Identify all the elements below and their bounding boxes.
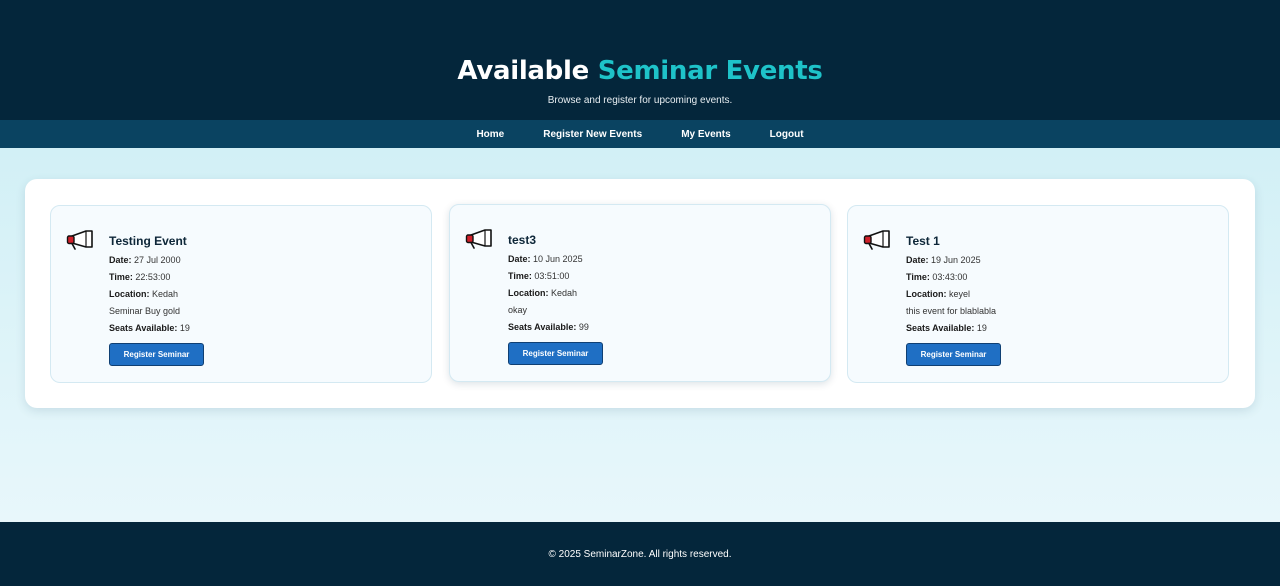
time-value: 03:51:00 bbox=[534, 271, 570, 281]
page-subtitle: Browse and register for upcoming events. bbox=[547, 95, 733, 106]
event-location: Location: Kedah bbox=[508, 286, 818, 303]
footer-copyright: © 2025 SeminarZone. All rights reserved. bbox=[548, 549, 732, 560]
seats-label: Seats Available: bbox=[109, 323, 178, 333]
nav-register-new-events[interactable]: Register New Events bbox=[543, 129, 642, 140]
event-card: test3 Date: 10 Jun 2025 Time: 03:51:00 L… bbox=[449, 204, 831, 382]
megaphone-icon bbox=[66, 230, 93, 250]
page-title-accent: Seminar Events bbox=[597, 56, 823, 86]
time-label: Time: bbox=[109, 272, 133, 282]
main-nav: Home Register New Events My Events Logou… bbox=[0, 120, 1280, 148]
seats-label: Seats Available: bbox=[508, 322, 577, 332]
page-footer: © 2025 SeminarZone. All rights reserved. bbox=[0, 522, 1280, 586]
event-card: Test 1 Date: 19 Jun 2025 Time: 03:43:00 … bbox=[847, 205, 1229, 383]
event-card: Testing Event Date: 27 Jul 2000 Time: 22… bbox=[50, 205, 432, 383]
page-header: Available Seminar Events Browse and regi… bbox=[0, 0, 1280, 120]
event-title: Testing Event bbox=[109, 234, 187, 248]
date-label: Date: bbox=[906, 255, 929, 265]
event-seats: Seats Available: 19 bbox=[109, 321, 419, 338]
event-description: this event for blablabla bbox=[906, 306, 997, 316]
seats-value: 99 bbox=[578, 322, 589, 332]
event-date: Date: 10 Jun 2025 bbox=[508, 252, 818, 269]
time-label: Time: bbox=[508, 271, 532, 281]
nav-my-events[interactable]: My Events bbox=[681, 129, 730, 140]
nav-home[interactable]: Home bbox=[476, 129, 504, 140]
time-value: 22:53:00 bbox=[135, 272, 171, 282]
nav-logout[interactable]: Logout bbox=[770, 129, 804, 140]
megaphone-icon bbox=[863, 230, 890, 250]
register-seminar-button[interactable]: Register Seminar bbox=[906, 343, 1001, 366]
date-label: Date: bbox=[508, 254, 531, 264]
seats-label: Seats Available: bbox=[906, 323, 975, 333]
event-title: test3 bbox=[508, 233, 537, 247]
location-label: Location: bbox=[109, 289, 150, 299]
event-description: Seminar Buy gold bbox=[109, 306, 181, 316]
location-label: Location: bbox=[906, 289, 947, 299]
date-value: 19 Jun 2025 bbox=[931, 255, 981, 265]
event-location: Location: keyel bbox=[906, 287, 1216, 304]
event-location: Location: Kedah bbox=[109, 287, 419, 304]
event-seats: Seats Available: 99 bbox=[508, 320, 818, 337]
time-label: Time: bbox=[906, 272, 930, 282]
register-seminar-button[interactable]: Register Seminar bbox=[508, 342, 603, 365]
date-value: 10 Jun 2025 bbox=[533, 254, 583, 264]
time-value: 03:43:00 bbox=[932, 272, 968, 282]
event-title: Test 1 bbox=[906, 234, 940, 248]
location-value: Kedah bbox=[152, 289, 179, 299]
seats-value: 19 bbox=[179, 323, 190, 333]
page-title: Available Seminar Events bbox=[0, 56, 1280, 86]
event-time: Time: 03:51:00 bbox=[508, 269, 818, 286]
location-value: Kedah bbox=[551, 288, 578, 298]
event-time: Time: 03:43:00 bbox=[906, 270, 1216, 287]
event-date: Date: 19 Jun 2025 bbox=[906, 253, 1216, 270]
event-date: Date: 27 Jul 2000 bbox=[109, 253, 419, 270]
megaphone-icon bbox=[465, 229, 492, 249]
location-label: Location: bbox=[508, 288, 549, 298]
seats-value: 19 bbox=[976, 323, 987, 333]
event-time: Time: 22:53:00 bbox=[109, 270, 419, 287]
event-description: okay bbox=[508, 305, 528, 315]
events-panel: Testing Event Date: 27 Jul 2000 Time: 22… bbox=[25, 179, 1255, 408]
date-label: Date: bbox=[109, 255, 132, 265]
location-value: keyel bbox=[949, 289, 971, 299]
page-title-main: Available bbox=[457, 56, 589, 86]
event-seats: Seats Available: 19 bbox=[906, 321, 1216, 338]
register-seminar-button[interactable]: Register Seminar bbox=[109, 343, 204, 366]
main-content: Testing Event Date: 27 Jul 2000 Time: 22… bbox=[0, 148, 1280, 522]
date-value: 27 Jul 2000 bbox=[134, 255, 181, 265]
